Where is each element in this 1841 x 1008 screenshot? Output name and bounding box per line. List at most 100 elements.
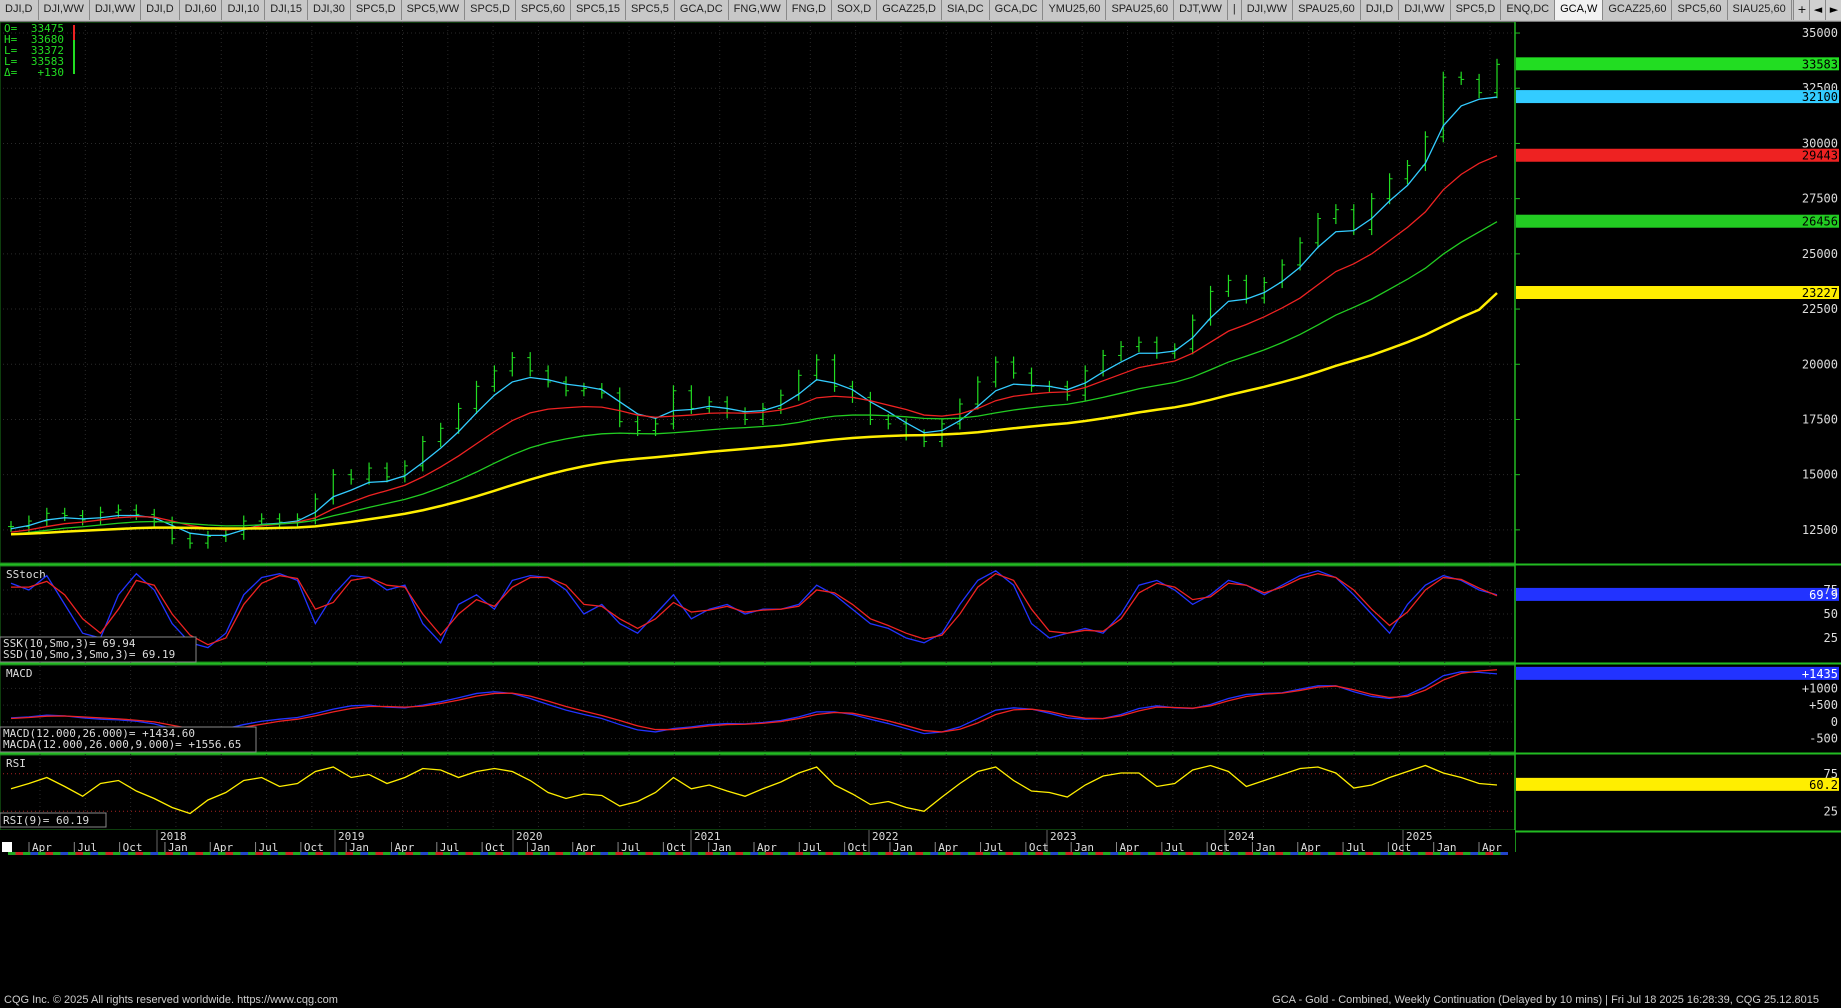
trend-stripe-segment xyxy=(413,852,421,855)
macd-axis-label: +500 xyxy=(1809,698,1838,712)
trend-stripe-segment xyxy=(848,852,856,855)
tab-gca-dc[interactable]: GCA,DC xyxy=(674,0,729,20)
tab-spau25-60[interactable]: SPAU25,60 xyxy=(1106,0,1175,20)
trend-stripe-segment xyxy=(1043,852,1051,855)
trend-stripe-segment xyxy=(38,852,46,855)
trend-stripe-segment xyxy=(270,852,278,855)
trend-stripe-segment xyxy=(218,852,226,855)
trend-stripe-segment xyxy=(795,852,803,855)
tab-spc5-60[interactable]: SPC5,60 xyxy=(515,0,571,20)
year-label: 2023 xyxy=(1050,830,1077,843)
price-axis-label: 15000 xyxy=(1802,468,1838,482)
trend-stripe-segment xyxy=(323,852,331,855)
trend-stripe-segment xyxy=(818,852,826,855)
trend-stripe-segment xyxy=(383,852,391,855)
trend-stripe-segment xyxy=(1140,852,1148,855)
trend-stripe-segment xyxy=(540,852,548,855)
trend-stripe-segment xyxy=(1320,852,1328,855)
chart-tab-bar: DJI,D DJI,WW DJI,WW DJI,D DJI,60 DJI,10 DJI,15… xyxy=(0,0,1841,22)
pane-title-sstoch: SStoch xyxy=(6,568,46,581)
tab-djt-ww[interactable]: DJT,WW xyxy=(1174,0,1228,20)
trend-stripe-segment xyxy=(488,852,496,855)
tab-dji-60[interactable]: DJI,60 xyxy=(179,0,223,20)
trend-stripe-segment xyxy=(1163,852,1171,855)
tab-gcaz25-d[interactable]: GCAZ25,D xyxy=(877,0,942,20)
add-tab-button[interactable]: + xyxy=(1793,0,1810,20)
price-value-label-bg xyxy=(1516,148,1839,162)
trend-stripe-segment xyxy=(1110,852,1118,855)
tab-dji-ww[interactable]: DJI,WW xyxy=(1241,0,1294,20)
trend-stripe-segment xyxy=(1403,852,1411,855)
tab-enq-dc[interactable]: ENQ,DC xyxy=(1501,0,1556,20)
tab--[interactable]: | xyxy=(1227,0,1242,20)
trend-stripe-segment xyxy=(68,852,76,855)
trend-stripe-segment xyxy=(1388,852,1396,855)
trend-stripe-segment xyxy=(878,852,886,855)
scroll-tabs-left-button[interactable]: ◄ xyxy=(1809,0,1826,20)
trend-stripe-segment xyxy=(863,852,871,855)
trend-stripe-segment xyxy=(450,852,458,855)
chart-area[interactable]: 1250015000175002000022500250002750030000… xyxy=(0,22,1841,993)
pane-title-macd: MACD xyxy=(6,667,33,680)
tab-spc5-5[interactable]: SPC5,5 xyxy=(625,0,675,20)
tab-dji-ww[interactable]: DJI,WW xyxy=(89,0,142,20)
trend-stripe-segment xyxy=(600,852,608,855)
tab-dji-d[interactable]: DJI,D xyxy=(1360,0,1400,20)
tab-dji-15[interactable]: DJI,15 xyxy=(265,0,309,20)
trend-stripe-segment xyxy=(1178,852,1186,855)
trend-stripe-segment xyxy=(113,852,121,855)
trend-stripe-segment xyxy=(578,852,586,855)
trend-stripe-segment xyxy=(518,852,526,855)
tab-sox-d[interactable]: SOX,D xyxy=(831,0,878,20)
trend-stripe-segment xyxy=(375,852,383,855)
trend-stripe-segment xyxy=(1238,852,1246,855)
tab-spc5-d[interactable]: SPC5,D xyxy=(1450,0,1502,20)
trend-stripe-segment xyxy=(525,852,533,855)
trend-stripe-segment xyxy=(495,852,503,855)
tab-fng-d[interactable]: FNG,D xyxy=(786,0,832,20)
trend-stripe-segment xyxy=(150,852,158,855)
trend-stripe-segment xyxy=(1088,852,1096,855)
trend-stripe-segment xyxy=(1283,852,1291,855)
tab-gca-w[interactable]: GCA,W xyxy=(1555,0,1604,20)
tab-spc5-d[interactable]: SPC5,D xyxy=(465,0,516,20)
trend-stripe-segment xyxy=(690,852,698,855)
tab-dji-ww[interactable]: DJI,WW xyxy=(1399,0,1451,20)
trend-stripe-segment xyxy=(983,852,991,855)
tab-spc5-d[interactable]: SPC5,D xyxy=(350,0,402,20)
trend-stripe-segment xyxy=(1478,852,1486,855)
trend-stripe-segment xyxy=(885,852,893,855)
rsi-value-label-bg xyxy=(1516,777,1839,791)
trend-stripe-segment xyxy=(998,852,1006,855)
trend-stripe-segment xyxy=(833,852,841,855)
trend-stripe-segment xyxy=(1440,852,1448,855)
trend-stripe-segment xyxy=(915,852,923,855)
trend-stripe-segment xyxy=(938,852,946,855)
tab-sia-dc[interactable]: SIA,DC xyxy=(941,0,990,20)
trend-stripe-segment xyxy=(1343,852,1351,855)
tab-spau25-60[interactable]: SPAU25,60 xyxy=(1293,0,1361,20)
pane-title-rsi: RSI xyxy=(6,757,26,770)
trend-stripe-segment xyxy=(548,852,556,855)
tab-ymu25-60[interactable]: YMU25,60 xyxy=(1043,0,1107,20)
tab-dji-10[interactable]: DJI,10 xyxy=(222,0,266,20)
tab-dji-30[interactable]: DJI,30 xyxy=(308,0,351,20)
scroll-tabs-right-button[interactable]: ► xyxy=(1825,0,1841,20)
tab-fng-ww[interactable]: FNG,WW xyxy=(728,0,787,20)
trend-stripe-segment xyxy=(428,852,436,855)
tab-spc5-ww[interactable]: SPC5,WW xyxy=(401,0,466,20)
tab-spc5-60[interactable]: SPC5,60 xyxy=(1672,0,1728,20)
trend-stripe-segment xyxy=(720,852,728,855)
trend-stripe-segment xyxy=(210,852,218,855)
trend-stripe-segment xyxy=(60,852,68,855)
tab-siau25-60[interactable]: SIAU25,60 xyxy=(1727,0,1792,20)
tab-spc5-15[interactable]: SPC5,15 xyxy=(570,0,626,20)
tab-gcaz25-60[interactable]: GCAZ25,60 xyxy=(1603,0,1673,20)
tab-dji-ww[interactable]: DJI,WW xyxy=(38,0,90,20)
tab-dji-d[interactable]: DJI,D xyxy=(0,0,39,20)
tab-dji-d[interactable]: DJI,D xyxy=(141,0,180,20)
price-axis-label: 17500 xyxy=(1802,412,1838,426)
ohlc-value: +130 xyxy=(38,66,65,79)
tab-gca-dc[interactable]: GCA,DC xyxy=(989,0,1044,20)
trend-stripe-segment xyxy=(533,852,541,855)
